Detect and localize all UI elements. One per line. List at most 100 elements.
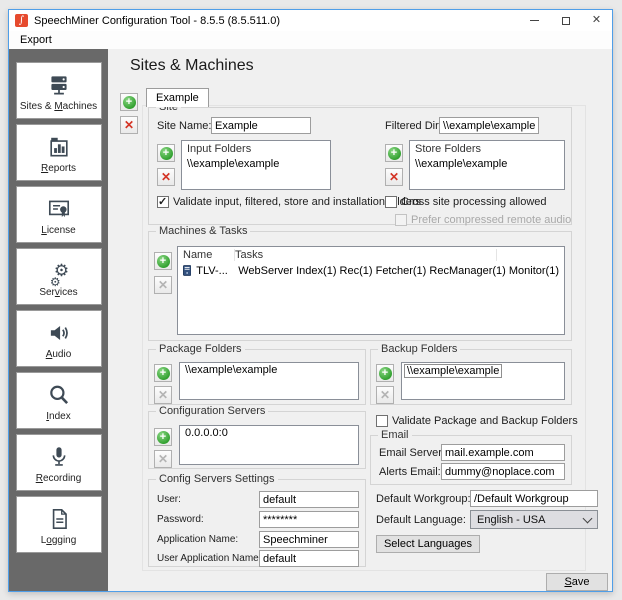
maximize-button[interactable] (550, 10, 581, 31)
sidebar-item-recording[interactable]: Recording (15, 434, 102, 491)
user-label: User: (157, 494, 181, 505)
list-item[interactable]: \\example\example (180, 363, 358, 377)
sidebar-item-license[interactable]: License (15, 186, 102, 243)
filtered-dir-label: Filtered Dir: (385, 120, 442, 132)
close-icon: ✕ (591, 14, 602, 26)
machines-tasks-legend: Machines & Tasks (156, 225, 251, 237)
add-backup-folder-button[interactable]: + (376, 364, 394, 382)
machines-list-header: Name Tasks (178, 247, 564, 263)
alerts-email-label: Alerts Email: (379, 466, 441, 478)
maximize-icon (561, 16, 570, 25)
app-window: ∫ SpeechMiner Configuration Tool - 8.5.5… (8, 9, 613, 592)
magnifier-icon (46, 380, 72, 410)
main-panel: Sites & Machines + ✕ Example Site Site N… (108, 49, 612, 591)
delete-site-button[interactable]: ✕ (120, 116, 138, 134)
sidebar: Sites & Machines Reports License ⚙ ⚙ Serv… (9, 49, 108, 591)
delete-input-folder-button[interactable]: ✕ (157, 168, 175, 186)
column-tasks[interactable]: Tasks (235, 247, 263, 263)
microphone-icon (46, 442, 72, 472)
add-input-folder-button[interactable]: + (157, 144, 175, 162)
add-config-server-button[interactable]: + (154, 428, 172, 446)
configuration-servers-group: Configuration Servers + ✕ 0.0.0.0:0 (148, 405, 366, 469)
select-languages-button[interactable]: Select Languages (376, 535, 480, 553)
config-servers-settings-group: Config Servers Settings User: Password: … (148, 473, 366, 567)
add-package-folder-button[interactable]: + (154, 364, 172, 382)
backup-folders-legend: Backup Folders (378, 343, 461, 355)
store-folders-header: Store Folders (415, 143, 482, 155)
sidebar-item-services[interactable]: ⚙ ⚙ Services (15, 248, 102, 305)
sidebar-item-audio[interactable]: Audio (15, 310, 102, 367)
input-folders-list[interactable]: Input Folders \\example\example (181, 140, 331, 190)
package-folders-list[interactable]: \\example\example (179, 362, 359, 400)
user-application-name-input[interactable] (259, 550, 359, 567)
validate-folders-checkbox[interactable]: Validate input, filtered, store and inst… (157, 195, 421, 208)
close-button[interactable]: ✕ (581, 10, 612, 31)
sidebar-item-logging[interactable]: Logging (15, 496, 102, 553)
checkbox-icon (157, 195, 169, 208)
sidebar-item-sites-machines[interactable]: Sites & Machines (15, 62, 102, 119)
checkbox-icon (376, 415, 388, 427)
add-site-button[interactable]: + (120, 93, 138, 111)
add-store-folder-button[interactable]: + (385, 144, 403, 162)
config-servers-list[interactable]: 0.0.0.0:0 (179, 425, 359, 465)
app-body: Sites & Machines Reports License ⚙ ⚙ Serv… (9, 49, 612, 591)
plus-icon: + (378, 366, 392, 380)
list-item[interactable]: \\example\example (182, 157, 330, 171)
prefer-compressed-checkbox: Prefer compressed remote audio (395, 214, 571, 226)
plus-icon: + (156, 430, 170, 444)
store-folders-list[interactable]: Store Folders \\example\example (409, 140, 565, 190)
email-server-input[interactable] (441, 444, 565, 461)
delete-machine-button: ✕ (154, 276, 172, 294)
application-name-label: Application Name: (157, 534, 239, 545)
cross-site-checkbox[interactable]: Cross site processing allowed (385, 196, 547, 208)
servers-icon (46, 70, 72, 100)
certificate-icon (46, 194, 72, 224)
input-folders-header: Input Folders (187, 143, 252, 155)
backup-folders-list[interactable]: \\example\example (401, 362, 565, 400)
application-name-input[interactable] (259, 531, 359, 548)
machine-row[interactable]: TLV-... WebServer Index(1) Rec(1) Fetche… (178, 263, 564, 278)
list-item-selected[interactable]: \\example\example (402, 363, 564, 379)
delete-package-folder-button: ✕ (154, 386, 172, 404)
password-label: Password: (157, 514, 204, 525)
plus-icon: + (159, 146, 173, 160)
sidebar-item-index[interactable]: Index (15, 372, 102, 429)
add-machine-button[interactable]: + (154, 252, 172, 270)
window-controls: ✕ (519, 10, 612, 31)
server-icon (183, 265, 192, 276)
sidebar-label: Index (46, 410, 71, 422)
delete-store-folder-button[interactable]: ✕ (385, 168, 403, 186)
validate-backup-checkbox[interactable]: Validate Package and Backup Folders (376, 415, 578, 427)
alerts-email-input[interactable] (441, 463, 565, 480)
column-name[interactable]: Name (183, 247, 235, 263)
filtered-dir-input[interactable] (439, 117, 539, 134)
delete-config-server-button: ✕ (154, 450, 172, 468)
checkbox-icon (385, 196, 397, 208)
sidebar-label: Logging (40, 534, 77, 546)
machines-list[interactable]: Name Tasks TLV-... WebServer Index(1) Re… (177, 246, 565, 335)
minimize-button[interactable] (519, 10, 550, 31)
password-input[interactable] (259, 511, 359, 528)
site-name-input[interactable] (211, 117, 311, 134)
list-item[interactable]: \\example\example (410, 157, 564, 171)
x-icon: ✕ (123, 118, 135, 132)
default-workgroup-label: Default Workgroup: (376, 493, 471, 505)
menu-export[interactable]: Export (16, 33, 56, 47)
site-group: Site Site Name: Filtered Dir: + ✕ Input … (148, 101, 572, 226)
x-icon: ✕ (160, 170, 172, 184)
user-input[interactable] (259, 491, 359, 508)
default-language-dropdown[interactable]: English - USA (470, 510, 598, 529)
site-name-label: Site Name: (157, 120, 212, 132)
default-language-value: English - USA (477, 513, 546, 526)
tab-example[interactable]: Example (146, 88, 209, 107)
list-item[interactable]: 0.0.0.0:0 (180, 426, 358, 440)
x-icon: ✕ (379, 388, 391, 402)
menu-bar: Export (9, 31, 612, 49)
sidebar-item-reports[interactable]: Reports (15, 124, 102, 181)
save-button[interactable]: Save (546, 573, 608, 591)
plus-icon: + (387, 146, 401, 160)
email-legend: Email (378, 429, 412, 441)
x-icon: ✕ (157, 452, 169, 466)
default-workgroup-input[interactable] (470, 490, 598, 507)
minimize-icon (530, 20, 539, 21)
